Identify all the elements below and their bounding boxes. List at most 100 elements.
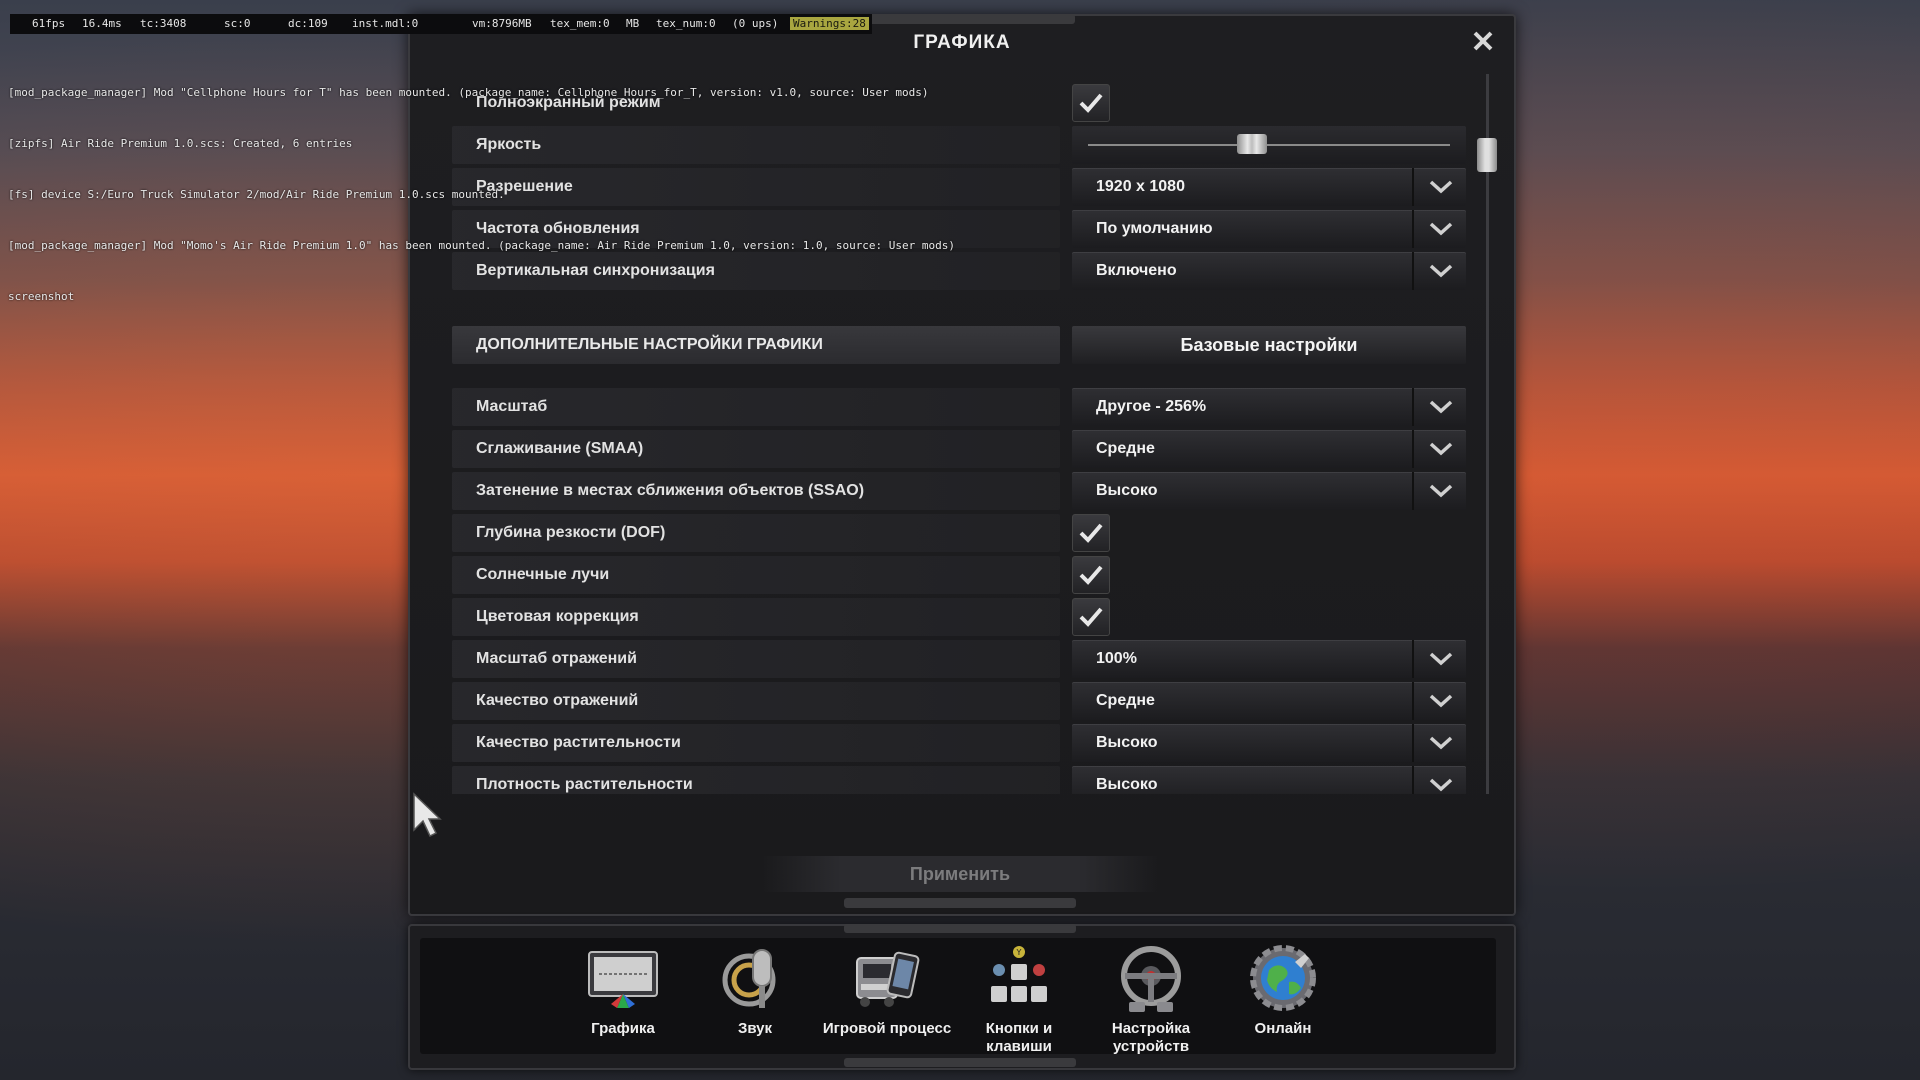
setting-row-vegetation-density: Плотность растительности Высоко (452, 766, 1466, 794)
vegetation-density-dropdown[interactable]: Высоко (1072, 766, 1466, 794)
toolbar-top-handle (844, 924, 1076, 933)
chevron-down-icon (1429, 694, 1453, 708)
tex-num-readout: tex_num:0 (656, 17, 716, 30)
tab-graphics[interactable]: Графика (557, 944, 689, 1054)
dropdown-arrow[interactable] (1412, 210, 1466, 248)
console-line: [zipfs] Air Ride Premium 1.0.scs: Create… (8, 137, 353, 150)
settings-scrollbar-track[interactable] (1486, 74, 1489, 794)
dof-checkbox[interactable] (1072, 514, 1110, 552)
inst-readout: inst.mdl:0 (352, 17, 419, 30)
dropdown-arrow[interactable] (1412, 430, 1466, 468)
slider-track (1088, 144, 1450, 146)
console-line: screenshot (8, 290, 75, 303)
checkmark-icon (1079, 565, 1103, 585)
toolbar-bottom-handle (844, 1058, 1076, 1067)
dropdown-value: Высоко (1096, 482, 1158, 499)
dc-readout: dc:109 (288, 17, 328, 30)
dropdown-value: Другое - 256% (1096, 398, 1207, 415)
setting-row-dof: Глубина резкости (DOF) (452, 514, 1466, 552)
dropdown-arrow[interactable] (1412, 168, 1466, 206)
tab-label: Онлайн (1254, 1020, 1312, 1037)
chevron-down-icon (1429, 484, 1453, 498)
chevron-down-icon (1429, 778, 1453, 792)
chevron-down-icon (1429, 736, 1453, 750)
tex-mem-readout: tex_mem:0 (550, 17, 610, 30)
brightness-slider[interactable] (1072, 126, 1466, 164)
setting-label: Качество растительности (452, 724, 1060, 762)
close-button[interactable] (1468, 26, 1498, 56)
color-correction-checkbox[interactable] (1072, 598, 1110, 636)
tab-devices[interactable]: Настройка устройств (1085, 944, 1217, 1055)
chevron-down-icon (1429, 400, 1453, 414)
vegetation-quality-dropdown[interactable]: Высоко (1072, 724, 1466, 762)
tab-sound[interactable]: Звук (689, 944, 821, 1054)
frame-time-readout: 16.4ms (82, 17, 122, 30)
truck-phone-icon (856, 951, 920, 1007)
setting-label: Масштаб (452, 388, 1060, 426)
chevron-down-icon (1429, 442, 1453, 456)
setting-row-scale: Масштаб Другое - 256% (452, 388, 1466, 426)
dropdown-arrow[interactable] (1412, 640, 1466, 678)
tab-online[interactable]: Онлайн (1217, 944, 1349, 1054)
tab-label: Настройка устройств (1111, 1020, 1191, 1055)
setting-row-reflection-scale: Масштаб отражений 100% (452, 640, 1466, 678)
tab-keys[interactable]: Y Кнопки и клавиши (953, 944, 1085, 1055)
settings-scrollbar-thumb[interactable] (1477, 138, 1497, 172)
console-line: [mod_package_manager] Mod "Momo's Air Ri… (8, 239, 956, 252)
section-header: ДОПОЛНИТЕЛЬНЫЕ НАСТРОЙКИ ГРАФИКИ (452, 326, 1060, 364)
sunshafts-checkbox[interactable] (1072, 556, 1110, 594)
tab-gameplay[interactable]: Игровой процесс (821, 944, 953, 1054)
dropdown-value: Включено (1096, 262, 1177, 279)
warnings-badge: Warnings:28 (790, 17, 869, 30)
sc-readout: sc:0 (224, 17, 251, 30)
dropdown-arrow[interactable] (1412, 766, 1466, 794)
dropdown-arrow[interactable] (1412, 724, 1466, 762)
smaa-dropdown[interactable]: Средне (1072, 430, 1466, 468)
close-icon (1473, 31, 1493, 51)
resolution-dropdown[interactable]: 1920 x 1080 (1072, 168, 1466, 206)
dropdown-arrow[interactable] (1412, 472, 1466, 510)
mouse-cursor-icon (413, 792, 442, 838)
checkmark-icon (1079, 607, 1103, 627)
dropdown-value: 1920 x 1080 (1096, 178, 1185, 195)
slider-thumb[interactable] (1237, 134, 1268, 154)
vsync-dropdown[interactable]: Включено (1072, 252, 1466, 290)
setting-row-sunshafts: Солнечные лучи (452, 556, 1466, 594)
chevron-down-icon (1429, 652, 1453, 666)
fps-readout: 61fps (32, 17, 66, 30)
dropdown-value: 100% (1096, 650, 1137, 667)
debug-stats-bar: 61fps 16.4ms tc:3408 sc:0 dc:109 inst.md… (10, 14, 872, 34)
microphone-icon (722, 949, 776, 1008)
dropdown-arrow[interactable] (1412, 388, 1466, 426)
dropdown-value: Высоко (1096, 776, 1158, 793)
basic-settings-button[interactable]: Базовые настройки (1072, 326, 1466, 364)
setting-row-vegetation-quality: Качество растительности Высоко (452, 724, 1466, 762)
setting-label: Масштаб отражений (452, 640, 1060, 678)
debug-console: [mod_package_manager] Mod "Cellphone Hou… (8, 50, 955, 322)
setting-label: Затенение в местах сближения объектов (S… (452, 472, 1060, 510)
gamepad-keys-icon: Y (991, 946, 1047, 1002)
dropdown-value: Высоко (1096, 734, 1158, 751)
monitor-icon (588, 951, 658, 1008)
ssao-dropdown[interactable]: Высоко (1072, 472, 1466, 510)
svg-text:Y: Y (1016, 948, 1022, 957)
reflection-scale-dropdown[interactable]: 100% (1072, 640, 1466, 678)
apply-button[interactable]: Применить (762, 856, 1158, 892)
steering-wheel-icon (1121, 946, 1181, 1012)
scale-dropdown[interactable]: Другое - 256% (1072, 388, 1466, 426)
dropdown-arrow[interactable] (1412, 682, 1466, 720)
console-line: [mod_package_manager] Mod "Cellphone Hou… (8, 86, 929, 99)
dialog-bottom-handle (844, 898, 1076, 908)
tc-readout: tc:3408 (140, 17, 187, 30)
dropdown-value: По умолчанию (1096, 220, 1213, 237)
reflection-quality-dropdown[interactable]: Средне (1072, 682, 1466, 720)
advanced-section-row: ДОПОЛНИТЕЛЬНЫЕ НАСТРОЙКИ ГРАФИКИ Базовые… (452, 326, 1466, 364)
chevron-down-icon (1429, 222, 1453, 236)
chevron-down-icon (1429, 264, 1453, 278)
tab-label: Графика (591, 1020, 655, 1037)
refresh-rate-dropdown[interactable]: По умолчанию (1072, 210, 1466, 248)
dropdown-arrow[interactable] (1412, 252, 1466, 290)
chevron-down-icon (1429, 180, 1453, 194)
setting-label: Сглаживание (SMAA) (452, 430, 1060, 468)
fullscreen-checkbox[interactable] (1072, 84, 1110, 122)
